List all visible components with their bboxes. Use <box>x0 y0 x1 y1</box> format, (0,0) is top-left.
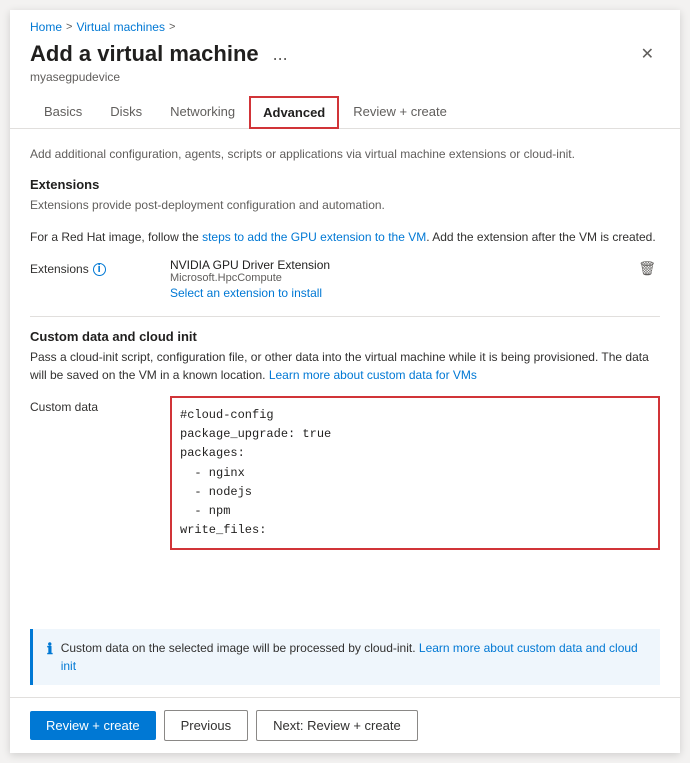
custom-data-section: Custom data and cloud init Pass a cloud-… <box>30 329 660 550</box>
extension-value: NVIDIA GPU Driver Extension Microsoft.Hp… <box>170 258 624 300</box>
title-row: Add a virtual machine ... ✕ <box>10 38 680 70</box>
tab-description: Add additional configuration, agents, sc… <box>30 145 660 163</box>
next-button[interactable]: Next: Review + create <box>256 710 418 741</box>
extensions-section: Extensions Extensions provide post-deplo… <box>30 177 660 300</box>
learn-more-custom-data-link[interactable]: Learn more about custom data for VMs <box>269 368 477 382</box>
select-extension-link[interactable]: Select an extension to install <box>170 286 624 300</box>
close-button[interactable]: ✕ <box>635 40 660 68</box>
tab-basics[interactable]: Basics <box>30 96 96 129</box>
ellipsis-button[interactable]: ... <box>267 42 294 67</box>
extensions-info-icon[interactable]: i <box>93 263 106 276</box>
extensions-label: Extensions i <box>30 258 160 276</box>
custom-data-description: Pass a cloud-init script, configuration … <box>30 348 660 384</box>
tab-disks[interactable]: Disks <box>96 96 156 129</box>
breadcrumb: Home > Virtual machines > <box>10 10 680 38</box>
breadcrumb-virtual-machines[interactable]: Virtual machines <box>76 20 165 34</box>
tabs: Basics Disks Networking Advanced Review … <box>10 96 680 129</box>
page-title: Add a virtual machine <box>30 41 259 67</box>
breadcrumb-home[interactable]: Home <box>30 20 62 34</box>
breadcrumb-sep1: > <box>66 21 72 33</box>
info-banner-text: Custom data on the selected image will b… <box>61 639 646 675</box>
tab-review-create[interactable]: Review + create <box>339 96 461 129</box>
info-after: . Add the extension after the VM is crea… <box>426 230 655 244</box>
previous-button[interactable]: Previous <box>164 710 249 741</box>
custom-data-title: Custom data and cloud init <box>30 329 660 344</box>
custom-data-input[interactable]: #cloud-config package_upgrade: true pack… <box>170 396 660 550</box>
footer: Review + create Previous Next: Review + … <box>10 697 680 753</box>
review-create-button[interactable]: Review + create <box>30 711 156 740</box>
panel: Home > Virtual machines > Add a virtual … <box>10 10 680 753</box>
info-banner: ℹ Custom data on the selected image will… <box>30 629 660 685</box>
extensions-info: For a Red Hat image, follow the steps to… <box>30 228 660 246</box>
subtitle: myasegpudevice <box>10 70 680 92</box>
extension-sub: Microsoft.HpcCompute <box>170 272 624 284</box>
extensions-description: Extensions provide post-deployment confi… <box>30 196 660 214</box>
title-left: Add a virtual machine ... <box>30 41 294 67</box>
extension-name: NVIDIA GPU Driver Extension <box>170 258 624 272</box>
tab-advanced[interactable]: Advanced <box>249 96 339 129</box>
tab-networking[interactable]: Networking <box>156 96 249 129</box>
content: Add additional configuration, agents, sc… <box>10 129 680 629</box>
extensions-title: Extensions <box>30 177 660 192</box>
info-banner-icon: ℹ <box>47 640 53 658</box>
gpu-extension-link[interactable]: steps to add the GPU extension to the VM <box>202 230 426 244</box>
extensions-field-row: Extensions i NVIDIA GPU Driver Extension… <box>30 258 660 300</box>
custom-data-field-row: Custom data #cloud-config package_upgrad… <box>30 396 660 550</box>
divider <box>30 316 660 317</box>
custom-data-label: Custom data <box>30 396 160 414</box>
info-before: For a Red Hat image, follow the <box>30 230 202 244</box>
delete-extension-button[interactable]: 🗑 <box>634 258 660 279</box>
breadcrumb-sep2: > <box>169 21 175 33</box>
